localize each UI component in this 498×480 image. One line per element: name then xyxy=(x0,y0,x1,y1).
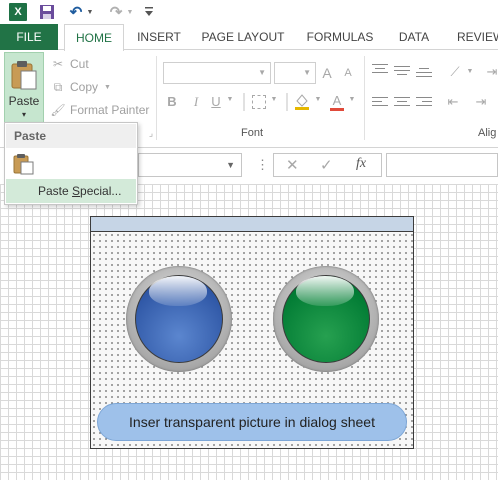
copy-label: Copy xyxy=(70,80,99,94)
paste-label: Paste xyxy=(8,94,40,108)
paste-option-button[interactable] xyxy=(13,153,35,175)
paste-special-item[interactable]: Paste Special... xyxy=(6,179,136,203)
formula-buttons: ✕ ✓ fx xyxy=(273,153,382,177)
cancel-icon[interactable]: ✕ xyxy=(286,156,299,174)
enter-icon[interactable]: ✓ xyxy=(320,156,333,174)
chevron-down-icon: ▾ xyxy=(21,110,26,119)
borders-icon[interactable] xyxy=(252,95,266,109)
redo-icon[interactable]: ↷ xyxy=(108,3,124,21)
chevron-down-icon[interactable]: ▼ xyxy=(226,160,235,170)
tab-data[interactable]: DATA xyxy=(391,24,437,50)
fill-color-icon[interactable] xyxy=(294,92,310,113)
increase-indent-icon[interactable]: ⇥ xyxy=(472,94,490,110)
chevron-down-icon[interactable]: ▼ xyxy=(270,96,278,103)
underline-icon[interactable]: U xyxy=(210,94,222,109)
separator xyxy=(243,93,245,111)
align-right-icon[interactable] xyxy=(416,97,432,109)
formula-input[interactable] xyxy=(386,153,498,177)
font-group-label: Font xyxy=(241,127,264,139)
cut-button[interactable]: ✂ Cut xyxy=(50,54,89,74)
resize-handle-icon[interactable]: ⋮ xyxy=(256,157,269,173)
undo-dropdown-icon[interactable]: ▼ xyxy=(86,3,94,21)
ribbon-tabs: FILE HOME INSERT PAGE LAYOUT FORMULAS DA… xyxy=(0,24,498,51)
cut-label: Cut xyxy=(70,57,89,71)
tab-file[interactable]: FILE xyxy=(0,24,58,50)
font-color-icon[interactable]: A xyxy=(330,94,344,111)
tab-home[interactable]: HOME xyxy=(64,24,124,51)
orientation-icon[interactable]: ⟋ xyxy=(446,64,464,80)
transparent-picture-button[interactable]: Inser transparent picture in dialog shee… xyxy=(97,403,407,441)
tab-page-layout[interactable]: PAGE LAYOUT xyxy=(197,24,289,50)
group-separator xyxy=(364,56,365,140)
italic-icon[interactable]: I xyxy=(190,94,202,110)
highlight xyxy=(149,276,207,306)
tab-insert[interactable]: INSERT xyxy=(132,24,186,50)
shrink-font-icon[interactable]: A xyxy=(342,67,354,79)
wrap-text-icon[interactable]: ⇥ xyxy=(486,64,498,80)
chevron-down-icon: ▼ xyxy=(303,68,311,77)
paste-dropdown-menu: Paste Paste Special... xyxy=(4,122,138,205)
font-name-combo[interactable]: ▼ xyxy=(163,62,271,84)
green-button-image[interactable] xyxy=(273,266,379,372)
alignment-group-label: Alig xyxy=(478,127,497,139)
chevron-down-icon[interactable]: ▼ xyxy=(226,96,234,103)
chevron-down-icon: ▼ xyxy=(104,83,111,91)
decrease-indent-icon[interactable]: ⇤ xyxy=(444,94,462,110)
align-middle-icon[interactable] xyxy=(394,66,410,78)
redo-dropdown-icon[interactable]: ▼ xyxy=(126,3,134,21)
paste-menu-header: Paste xyxy=(6,124,136,148)
dialog-title-bar[interactable] xyxy=(91,217,413,232)
copy-icon: ⧉ xyxy=(53,79,63,94)
align-center-icon[interactable] xyxy=(394,97,410,109)
separator xyxy=(286,93,288,111)
tab-review[interactable]: REVIEW xyxy=(448,24,498,50)
paste-special-prefix: Paste xyxy=(38,184,73,198)
name-box[interactable]: ▼ xyxy=(138,153,242,177)
bold-icon[interactable]: B xyxy=(166,94,178,109)
insert-function-icon[interactable]: fx xyxy=(356,156,366,172)
grow-font-icon[interactable]: A xyxy=(320,65,334,81)
align-bottom-icon[interactable] xyxy=(416,68,432,80)
dialog-body: Inser transparent picture in dialog shee… xyxy=(91,232,413,448)
align-top-icon[interactable] xyxy=(372,64,388,76)
paintbrush-icon: 🖌 xyxy=(50,103,66,117)
blue-button-image[interactable] xyxy=(126,266,232,372)
save-icon[interactable] xyxy=(38,3,56,21)
clipboard-icon xyxy=(13,154,34,175)
dialog-launcher-icon[interactable]: ⌟ xyxy=(146,128,156,139)
undo-icon[interactable]: ↶ xyxy=(68,3,84,21)
excel-logo-icon: X xyxy=(9,3,27,21)
chevron-down-icon: ▼ xyxy=(258,68,266,77)
tab-formulas[interactable]: FORMULAS xyxy=(300,24,380,50)
customize-qat-icon[interactable] xyxy=(144,3,154,21)
format-painter-label: Format Painter xyxy=(70,103,150,117)
chevron-down-icon[interactable]: ▼ xyxy=(466,68,474,75)
chevron-down-icon[interactable]: ▼ xyxy=(314,96,322,103)
scissors-icon: ✂ xyxy=(52,57,64,71)
dialog-sheet-frame[interactable]: Inser transparent picture in dialog shee… xyxy=(90,216,414,449)
quick-access-toolbar: X ↶ ▼ ↷ ▼ xyxy=(0,0,498,24)
group-separator xyxy=(156,56,157,140)
font-size-combo[interactable]: ▼ xyxy=(274,62,316,84)
chevron-down-icon[interactable]: ▼ xyxy=(348,96,356,103)
copy-button[interactable]: ⧉ Copy ▼ xyxy=(50,77,111,97)
clipboard-icon xyxy=(11,61,37,90)
format-painter-button[interactable]: 🖌 Format Painter xyxy=(50,100,149,120)
paste-special-accesskey: S xyxy=(72,184,81,198)
align-left-icon[interactable] xyxy=(372,97,388,109)
paste-button[interactable]: Paste ▾ xyxy=(4,52,44,124)
paste-special-suffix: pecial... xyxy=(80,184,122,198)
highlight xyxy=(296,276,354,306)
